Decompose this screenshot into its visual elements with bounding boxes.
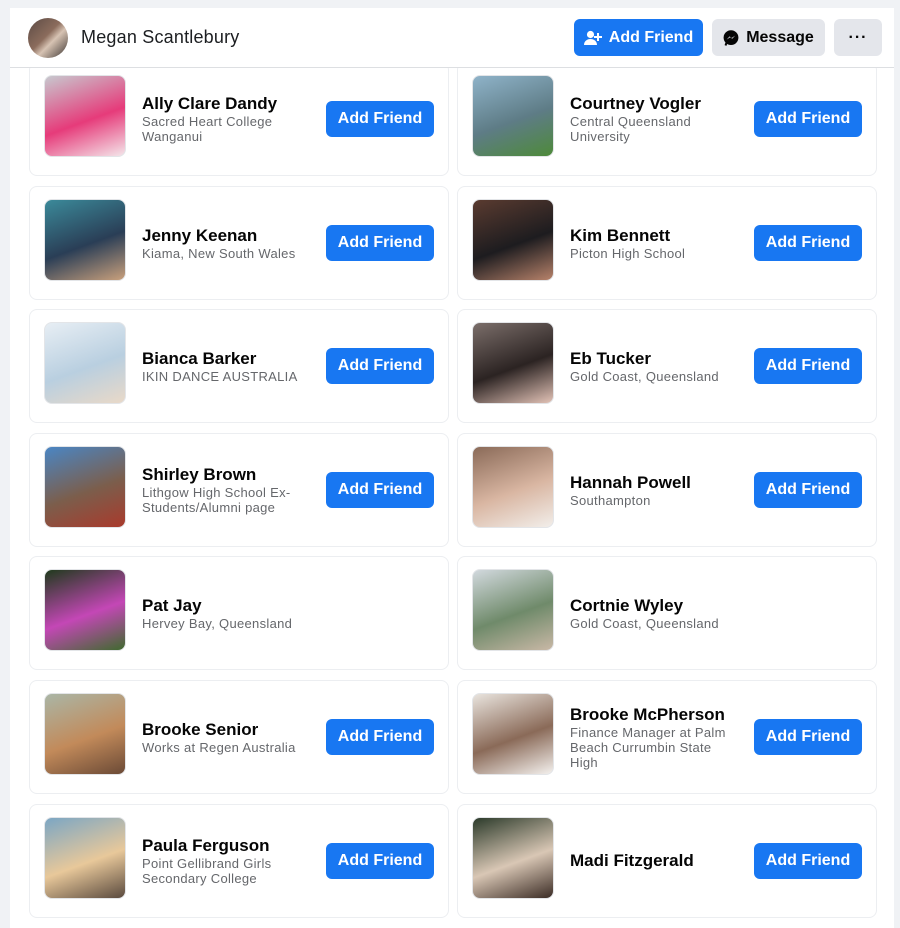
friend-card[interactable]: Brooke Senior Works at Regen Australia Add…: [29, 680, 449, 794]
friend-name[interactable]: Courtney Vogler: [570, 94, 740, 114]
friend-info: Madi Fitzgerald: [570, 851, 740, 871]
header-add-friend-button[interactable]: Add Friend: [574, 19, 703, 56]
friend-card[interactable]: Shirley Brown Lithgow High School Ex-Stud…: [29, 432, 449, 547]
more-options-button[interactable]: ···: [834, 19, 882, 56]
friend-card[interactable]: Kim Bennett Picton High School Add Friend: [457, 185, 877, 300]
friend-description: IKIN DANCE AUSTRALIA: [142, 369, 298, 385]
friend-card[interactable]: Courtney Vogler Central Queensland Univer…: [457, 68, 877, 176]
friend-description: Lithgow High School Ex-Students/Alumni p…: [142, 484, 291, 515]
friend-card[interactable]: Brooke McPherson Finance Manager at Palm …: [457, 680, 877, 794]
add-friend-button[interactable]: Add Friend: [326, 842, 434, 879]
friend-info: Brooke Senior Works at Regen Australia: [142, 720, 312, 755]
friend-info: Ally Clare Dandy Sacred Heart College Wan…: [142, 94, 312, 144]
profile-avatar[interactable]: [28, 17, 68, 58]
friend-name[interactable]: Pat Jay: [142, 596, 312, 616]
header-add-friend-label: Add Friend: [608, 28, 694, 46]
add-friend-button[interactable]: Add Friend: [754, 224, 862, 261]
friend-description: Picton High School: [570, 245, 686, 261]
friend-name[interactable]: Cortnie Wyley: [570, 596, 740, 616]
friend-card[interactable]: Paula Ferguson Point Gellibrand Girls Sec…: [29, 803, 449, 918]
friend-name[interactable]: Hannah Powell: [570, 473, 740, 493]
friends-panel: Ally Clare Dandy Sacred Heart College Wan…: [10, 68, 894, 928]
friend-description: Gold Coast, Queensland: [570, 369, 719, 385]
add-friend-button[interactable]: Add Friend: [754, 348, 862, 385]
friend-photo[interactable]: [44, 322, 126, 405]
friend-name[interactable]: Madi Fitzgerald: [570, 851, 740, 871]
friend-card[interactable]: Ally Clare Dandy Sacred Heart College Wan…: [29, 68, 449, 176]
add-friend-button[interactable]: Add Friend: [754, 101, 862, 137]
friend-name[interactable]: Jenny Keenan: [142, 226, 312, 246]
friend-description: Kiama, New South Wales: [142, 245, 296, 261]
friend-info: Jenny Keenan Kiama, New South Wales: [142, 226, 312, 261]
add-friend-icon: [583, 30, 602, 46]
friend-photo[interactable]: [472, 322, 554, 405]
friend-info: Brooke McPherson Finance Manager at Palm …: [570, 705, 740, 770]
friend-info: Hannah Powell Southampton: [570, 473, 740, 508]
friend-info: Shirley Brown Lithgow High School Ex-Stud…: [142, 465, 312, 515]
friend-card[interactable]: Cortnie Wyley Gold Coast, Queensland: [457, 556, 877, 671]
add-friend-button[interactable]: Add Friend: [326, 719, 434, 755]
friend-photo[interactable]: [44, 693, 126, 775]
add-friend-button[interactable]: Add Friend: [754, 719, 862, 755]
friend-photo[interactable]: [472, 569, 554, 652]
friend-info: Cortnie Wyley Gold Coast, Queensland: [570, 596, 740, 631]
friend-name[interactable]: Shirley Brown: [142, 465, 312, 485]
friend-info: Courtney Vogler Central Queensland Univer…: [570, 94, 740, 144]
add-friend-button[interactable]: Add Friend: [326, 101, 434, 137]
scrollbar-track[interactable]: [894, 68, 900, 928]
friend-description: Works at Regen Australia: [142, 740, 296, 755]
message-button[interactable]: Message: [712, 19, 825, 56]
friend-info: Bianca Barker IKIN DANCE AUSTRALIA: [142, 349, 312, 384]
friend-photo[interactable]: [44, 198, 126, 281]
friend-name[interactable]: Brooke Senior: [142, 720, 312, 740]
friend-photo[interactable]: [44, 75, 126, 157]
friend-description: Southampton: [570, 492, 651, 508]
profile-name[interactable]: Megan Scantlebury: [81, 27, 565, 48]
friend-description: Central Queensland University: [570, 114, 692, 144]
friend-info: Pat Jay Hervey Bay, Queensland: [142, 596, 312, 631]
add-friend-button[interactable]: Add Friend: [754, 471, 862, 508]
friend-photo[interactable]: [44, 569, 126, 652]
friend-description: Gold Coast, Queensland: [570, 616, 719, 632]
friend-name[interactable]: Brooke McPherson: [570, 705, 740, 725]
add-friend-button[interactable]: Add Friend: [326, 348, 434, 385]
message-label: Message: [746, 28, 814, 46]
friend-photo[interactable]: [472, 816, 554, 899]
friend-photo[interactable]: [44, 816, 126, 899]
friend-photo[interactable]: [472, 198, 554, 281]
friend-name[interactable]: Bianca Barker: [142, 349, 312, 369]
profile-header: Megan Scantlebury Add Friend Message ···: [10, 8, 894, 68]
friend-photo[interactable]: [472, 445, 554, 528]
top-strip: [0, 0, 900, 8]
friend-card[interactable]: Bianca Barker IKIN DANCE AUSTRALIA Add Fri…: [29, 309, 449, 424]
friend-description: Hervey Bay, Queensland: [142, 616, 293, 632]
add-friend-button[interactable]: Add Friend: [326, 471, 434, 508]
friend-card[interactable]: Eb Tucker Gold Coast, Queensland Add Frien…: [457, 309, 877, 424]
friend-name[interactable]: Eb Tucker: [570, 349, 740, 369]
friend-name[interactable]: Kim Bennett: [570, 226, 740, 246]
messenger-icon: [723, 29, 739, 46]
friend-info: Kim Bennett Picton High School: [570, 226, 740, 261]
friend-info: Paula Ferguson Point Gellibrand Girls Sec…: [142, 836, 312, 886]
friend-name[interactable]: Ally Clare Dandy: [142, 94, 312, 114]
friend-card[interactable]: Pat Jay Hervey Bay, Queensland: [29, 556, 449, 671]
friend-card[interactable]: Madi Fitzgerald Add Friend: [457, 803, 877, 918]
more-options-icon: ···: [848, 28, 868, 46]
friend-photo[interactable]: [472, 693, 554, 775]
friend-description: Sacred Heart College Wanganui: [142, 114, 273, 144]
friend-description: Finance Manager at Palm Beach Currumbin …: [570, 725, 726, 770]
friend-info: Eb Tucker Gold Coast, Queensland: [570, 349, 740, 384]
friend-photo[interactable]: [472, 75, 554, 157]
friend-photo[interactable]: [44, 445, 126, 528]
add-friend-button[interactable]: Add Friend: [754, 842, 862, 879]
friend-description: Point Gellibrand Girls Secondary College: [142, 855, 272, 886]
friend-card[interactable]: Jenny Keenan Kiama, New South Wales Add Fr…: [29, 185, 449, 300]
add-friend-button[interactable]: Add Friend: [326, 224, 434, 261]
friend-name[interactable]: Paula Ferguson: [142, 836, 312, 856]
friend-card[interactable]: Hannah Powell Southampton Add Friend: [457, 432, 877, 547]
